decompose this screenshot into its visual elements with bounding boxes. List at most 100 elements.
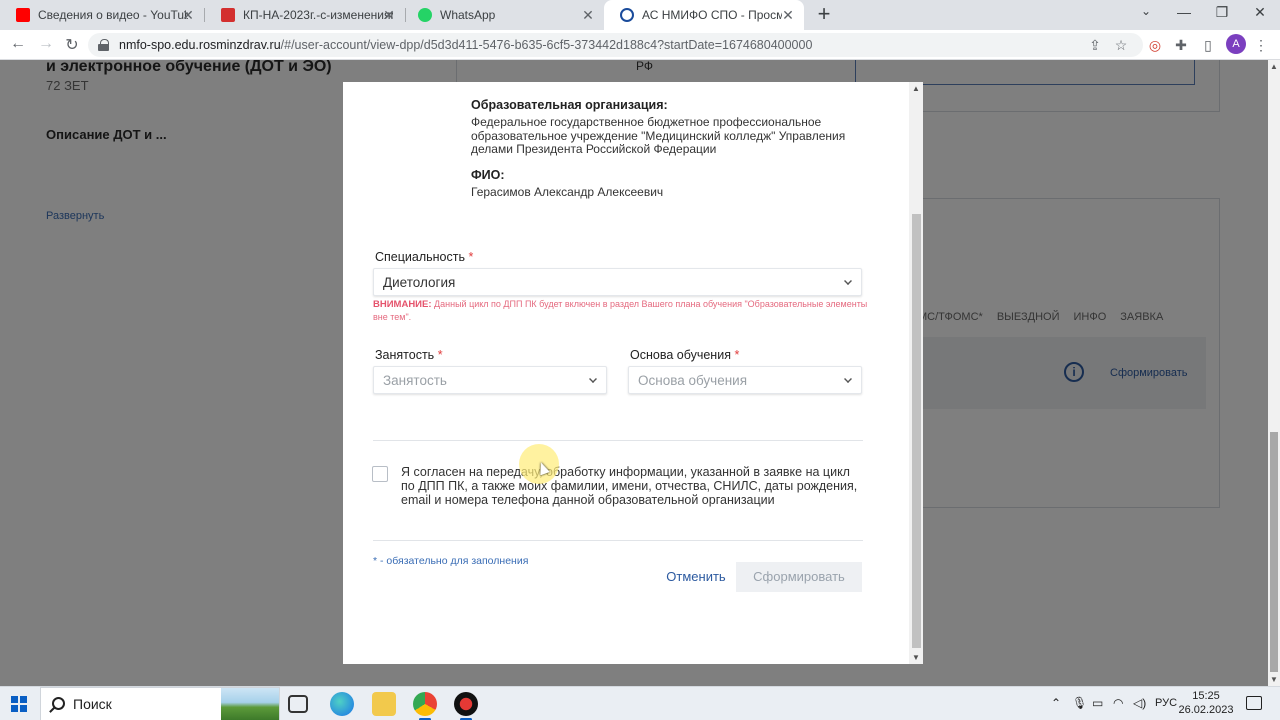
tab-search-icon[interactable]: ⌄ — [1131, 4, 1161, 18]
fio-value: Герасимов Александр Алексеевич — [471, 185, 664, 199]
lock-icon — [98, 39, 109, 51]
divider — [373, 440, 863, 441]
chevron-down-icon — [844, 277, 852, 285]
consent-text: Я согласен на передачу, обработку информ… — [401, 465, 858, 507]
clock-date: 26.02.2023 — [1178, 704, 1234, 716]
search-highlight-image — [221, 688, 279, 720]
basis-label: Основа обучения * — [630, 348, 739, 362]
submit-button[interactable]: Сформировать — [736, 562, 862, 592]
chevron-down-icon — [844, 375, 852, 383]
required-asterisk: * — [468, 250, 474, 264]
basis-label-text: Основа обучения — [630, 348, 731, 362]
taskbar-search[interactable]: Поиск — [40, 687, 280, 720]
employment-placeholder: Занятость — [383, 372, 447, 388]
close-icon[interactable]: ✕ — [381, 7, 397, 23]
scroll-up-arrow-icon[interactable]: ▲ — [1270, 62, 1278, 71]
specialty-label: Специальность * — [375, 250, 473, 264]
battery-icon[interactable]: ▭ — [1092, 696, 1103, 710]
page-scrollbar[interactable]: ▲ ▼ — [1268, 60, 1280, 686]
tab-title: КП-НА-2023г.-с-изменениями-апр — [243, 8, 393, 22]
specialty-select[interactable]: Диетология — [373, 268, 862, 296]
search-icon — [52, 697, 65, 710]
modal-scrollbar[interactable]: ▲ ▼ — [909, 82, 923, 664]
reload-icon[interactable]: ↻ — [62, 35, 82, 55]
required-note: * - обязательно для заполнения — [373, 555, 529, 567]
application-modal: Образовательная организация: Федеральное… — [343, 82, 923, 664]
page-scroll-thumb[interactable] — [1270, 432, 1278, 672]
basis-placeholder: Основа обучения — [638, 372, 748, 388]
tab-title: АС НМИФО СПО - Просмотр ДПП — [642, 8, 782, 22]
required-asterisk: * — [437, 348, 443, 362]
tab-youtube-studio[interactable]: Сведения о видео - YouTube Studio ✕ — [0, 0, 204, 30]
tab-title: WhatsApp — [440, 8, 496, 22]
warning-text: Данный цикл по ДПП ПК будет включен в ра… — [373, 299, 868, 322]
employment-label-text: Занятость — [375, 348, 435, 362]
edge-icon[interactable] — [330, 692, 354, 716]
basis-select[interactable]: Основа обучения — [628, 366, 862, 394]
scroll-down-arrow-icon[interactable]: ▼ — [912, 653, 920, 662]
file-explorer-icon[interactable] — [372, 692, 396, 716]
consent-checkbox[interactable] — [372, 466, 388, 482]
minimize-button[interactable]: — — [1169, 4, 1199, 20]
url-host: nmfo-spo.edu.rosminzdrav.ru — [119, 38, 281, 52]
new-tab-button[interactable]: + — [812, 3, 836, 27]
page-viewport: и электронное обучение (ДОТ и ЭО) 72 ЗЕТ… — [0, 60, 1280, 686]
fio-label: ФИО: — [471, 168, 505, 182]
speaker-icon[interactable]: ◁) — [1133, 696, 1146, 710]
tab-title: Сведения о видео - YouTube Studio — [38, 8, 188, 22]
maximize-button[interactable]: ❐ — [1207, 4, 1237, 21]
clock[interactable]: 15:25 26.02.2023 — [1178, 689, 1234, 717]
close-icon[interactable]: ✕ — [780, 7, 796, 23]
tab-nmifo-active[interactable]: АС НМИФО СПО - Просмотр ДПП ✕ — [604, 0, 804, 30]
bookmark-star-icon[interactable]: ☆ — [1112, 37, 1130, 54]
youtube-icon — [16, 8, 30, 22]
windows-taskbar: Поиск ⌃ 🎙 ▭ ◠ ◁) РУС 15:25 26.02.2023 — [0, 686, 1280, 720]
scroll-up-arrow-icon[interactable]: ▲ — [912, 84, 920, 93]
pdf-icon — [221, 8, 235, 22]
tab-whatsapp[interactable]: WhatsApp ✕ — [402, 0, 604, 30]
employment-select[interactable]: Занятость — [373, 366, 607, 394]
share-icon[interactable]: ⇪ — [1086, 37, 1104, 54]
modal-scroll-thumb[interactable] — [912, 214, 921, 648]
microphone-icon[interactable]: 🎙 — [1072, 696, 1087, 710]
chrome-icon[interactable] — [413, 692, 437, 720]
forward-arrow-icon[interactable]: → — [36, 35, 56, 53]
whatsapp-icon — [418, 8, 432, 22]
specialty-label-text: Специальность — [375, 250, 465, 264]
scroll-down-arrow-icon[interactable]: ▼ — [1270, 675, 1278, 684]
close-window-button[interactable]: ✕ — [1245, 4, 1275, 21]
chevron-down-icon — [589, 375, 597, 383]
extensions-puzzle-icon[interactable]: ✚ — [1172, 37, 1190, 54]
specialty-warning: ВНИМАНИЕ: Данный цикл по ДПП ПК будет вк… — [373, 298, 868, 324]
org-value: Федеральное государственное бюджетное пр… — [471, 115, 846, 156]
required-asterisk: * — [734, 348, 740, 362]
extension-target-icon[interactable]: ◎ — [1146, 37, 1164, 54]
warning-title: ВНИМАНИЕ: — [373, 299, 432, 310]
side-panel-icon[interactable]: ▯ — [1199, 37, 1217, 54]
language-indicator[interactable]: РУС — [1155, 697, 1177, 709]
browser-tab-strip: Сведения о видео - YouTube Studio ✕ КП-Н… — [0, 0, 1280, 30]
search-placeholder: Поиск — [73, 696, 112, 712]
notification-icon[interactable] — [1246, 696, 1262, 710]
nmifo-icon — [620, 8, 634, 22]
tab-pdf-document[interactable]: КП-НА-2023г.-с-изменениями-апр ✕ — [205, 0, 405, 30]
browser-toolbar: ← → ↻ nmfo-spo.edu.rosminzdrav.ru/#/user… — [0, 30, 1280, 60]
menu-kebab-icon[interactable]: ⋮ — [1252, 37, 1270, 54]
chevron-up-icon[interactable]: ⌃ — [1051, 696, 1061, 710]
wifi-icon[interactable]: ◠ — [1113, 696, 1123, 710]
back-arrow-icon[interactable]: ← — [8, 35, 28, 53]
close-icon[interactable]: ✕ — [180, 7, 196, 23]
specialty-value: Диетология — [383, 274, 456, 290]
org-label: Образовательная организация: — [471, 98, 668, 112]
divider — [373, 540, 863, 541]
task-view-icon[interactable] — [288, 695, 308, 713]
cancel-button[interactable]: Отменить — [648, 562, 744, 592]
record-icon[interactable] — [454, 692, 478, 720]
employment-label: Занятость * — [375, 348, 443, 362]
clock-time: 15:25 — [1192, 690, 1220, 702]
url-path: /#/user-account/view-dpp/d5d3d411-5476-b… — [280, 38, 813, 52]
close-icon[interactable]: ✕ — [580, 7, 596, 23]
windows-start-icon[interactable] — [11, 696, 27, 712]
profile-avatar[interactable]: A — [1226, 34, 1246, 54]
address-bar[interactable]: nmfo-spo.edu.rosminzdrav.ru/#/user-accou… — [88, 33, 1143, 57]
